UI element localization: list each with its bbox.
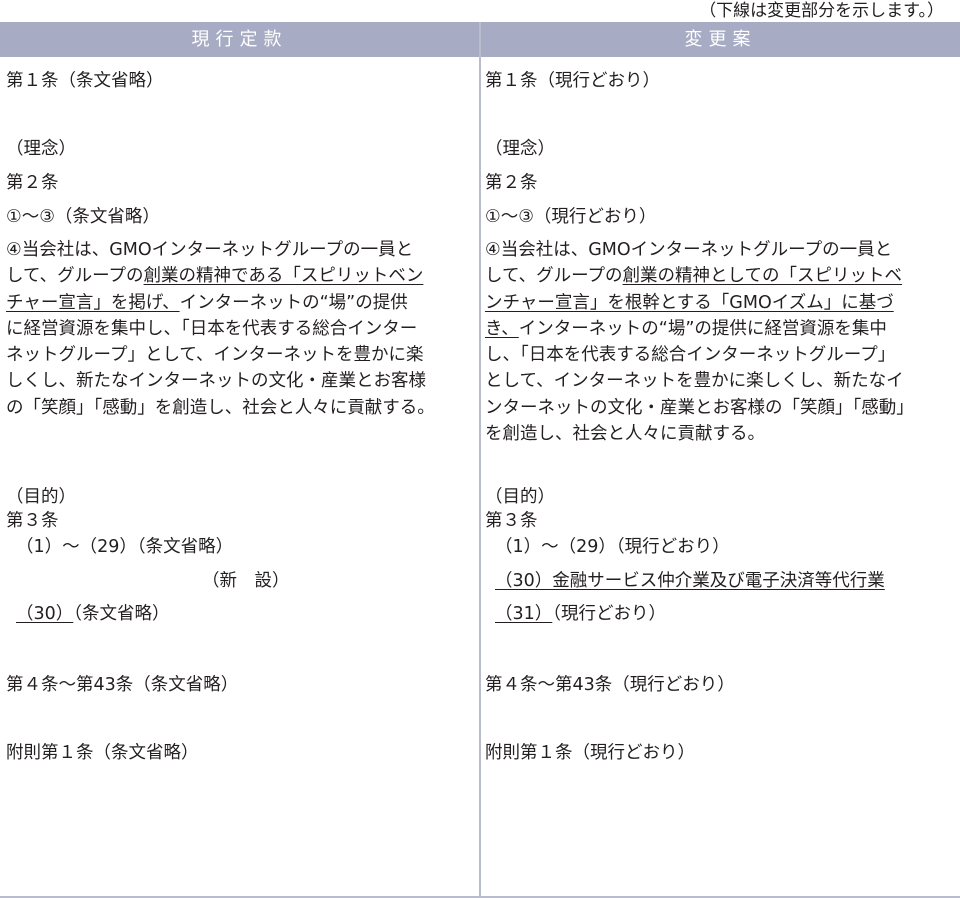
text-line: を創造し、社会と人々に貢献する。	[485, 424, 765, 445]
article-2-paragraph-4: ④当会社は、GMOインターネットグループの一員と して、グループの創業の精神であ…	[6, 237, 435, 421]
text-line: ンチャー宣言」を根幹とする「GMOイズム」に基づ	[485, 290, 914, 316]
article-3-item-30: （30）金融サービス仲介業及び電子決済等代行業	[485, 569, 885, 593]
heading-philosophy: （理念）	[6, 139, 76, 159]
article-3: 第３条	[485, 511, 538, 531]
text-line: に経営資源を集中し、「日本を代表する総合インター	[6, 318, 418, 339]
text-line: ネットグループ」として、インターネットを豊かに楽	[6, 345, 424, 366]
text-line: して、グループの創業の精神である「スピリットベン	[6, 266, 424, 287]
article-1: 第１条（条文省略）	[6, 71, 164, 91]
changed-text: 創業の精神としての「スピリットベ	[622, 266, 903, 287]
changed-text: き、	[485, 318, 519, 339]
changed-text: 創業の精神である「スピリットベン	[143, 266, 424, 287]
changed-text: （30）	[16, 604, 74, 624]
header-proposed-amendment: 変更案	[481, 22, 960, 57]
changed-text: （30）金融サービス仲介業及び電子決済等代行業	[495, 571, 885, 591]
changed-text: （31）	[495, 604, 553, 624]
new-provision-marker: （新 設）	[202, 571, 290, 591]
article-1: 第１条（現行どおり）	[485, 71, 660, 91]
text-line: ④当会社は、GMOインターネットグループの一員と	[485, 240, 893, 260]
article-2-items: ①～③（現行どおり）	[485, 207, 657, 227]
heading-purpose: （目的）	[485, 487, 555, 507]
article-2-items: ①～③（条文省略）	[6, 207, 160, 227]
articles-4-43: 第４条～第43条（現行どおり）	[485, 675, 735, 695]
header-current-articles: 現行定款	[0, 22, 479, 57]
article-3-items: （1）～（29）（現行どおり）	[495, 537, 730, 557]
heading-philosophy: （理念）	[485, 139, 555, 159]
supplementary-article-1: 附則第１条（現行どおり）	[485, 743, 695, 763]
article-2-paragraph-4: ④当会社は、GMOインターネットグループの一員と して、グループの創業の精神とし…	[485, 237, 914, 447]
amendment-table: 現行定款 変更案 第１条（条文省略） （理念） 第２条 ①～③（条文省略） ④当…	[0, 22, 960, 898]
underline-note: （下線は変更部分を示します。）	[699, 1, 944, 21]
article-3-item-31: （31）（現行どおり）	[495, 604, 667, 624]
changed-text: ンチャー宣言」を根幹とする「GMOイズム」に基づ	[485, 292, 894, 313]
article-3-items: （1）～（29）（条文省略）	[16, 537, 234, 557]
text-line: として、インターネットを豊かに楽しくし、新たなイ	[485, 371, 904, 392]
text-line: して、グループの創業の精神としての「スピリットベ	[485, 266, 903, 287]
heading-purpose: （目的）	[6, 487, 76, 507]
article-2: 第２条	[485, 173, 538, 193]
changed-text: チャー宣言」を掲げ、	[6, 292, 180, 313]
article-3: 第３条	[6, 511, 59, 531]
text-line: ④当会社は、GMOインターネットグループの一員と	[6, 240, 414, 260]
text-line: き、インターネットの“場”の提供に経営資源を集中	[485, 318, 887, 339]
text-line: しくし、新たなインターネットの文化・産業とお客様	[6, 371, 426, 392]
supplementary-article-1: 附則第１条（条文省略）	[6, 743, 199, 763]
text-line: チャー宣言」を掲げ、インターネットの“場”の提供	[6, 292, 408, 313]
text-line: の「笑顔」「感動」を創造し、社会と人々に貢献する。	[6, 397, 435, 418]
text-line: ンターネットの文化・産業とお客様の「笑顔」「感動」	[485, 397, 914, 418]
articles-4-43: 第４条～第43条（条文省略）	[6, 675, 239, 695]
article-3-item-30: （30）（条文省略）	[16, 604, 170, 624]
article-2: 第２条	[6, 173, 59, 193]
text-line: し、「日本を代表する総合インターネットグループ」	[485, 345, 896, 366]
column-divider	[479, 22, 481, 896]
